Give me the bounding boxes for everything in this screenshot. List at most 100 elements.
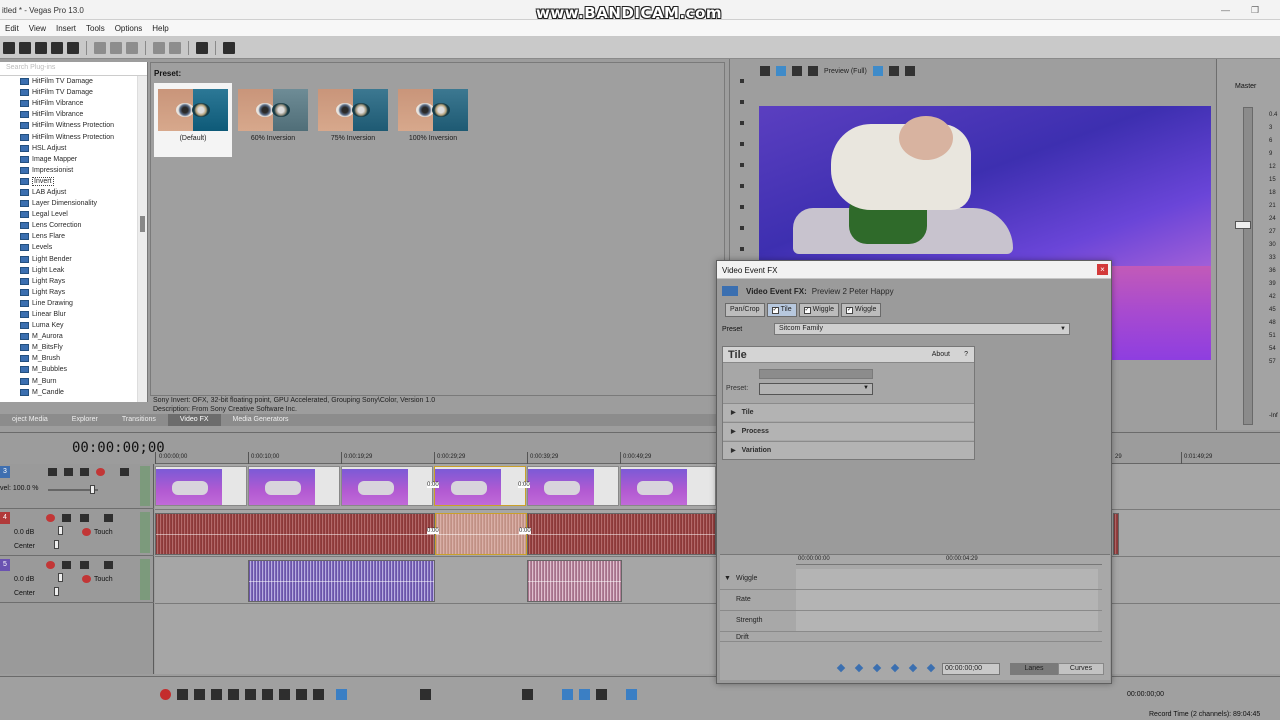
fx-list-scrollbar[interactable] bbox=[137, 76, 147, 402]
about-link[interactable]: About bbox=[932, 351, 950, 358]
audio-track-2-header[interactable]: 5 0.0 dB Touch Center bbox=[0, 557, 154, 603]
pan-knob[interactable] bbox=[54, 587, 59, 596]
audio-clip[interactable] bbox=[248, 560, 435, 602]
menu-help[interactable]: Help bbox=[147, 24, 173, 33]
audio-clip-edge[interactable] bbox=[1113, 513, 1119, 555]
checkbox-icon[interactable]: ✓ bbox=[771, 306, 779, 314]
video-clip[interactable] bbox=[620, 466, 716, 506]
fx-list-item[interactable]: Luma Key bbox=[0, 320, 147, 331]
audio-clip[interactable] bbox=[527, 560, 622, 602]
new-project-icon[interactable] bbox=[3, 41, 15, 54]
expand-icon[interactable] bbox=[48, 468, 57, 476]
split-screen-icon[interactable] bbox=[792, 66, 802, 76]
pause-icon[interactable] bbox=[228, 689, 239, 700]
automation-mode-icon[interactable] bbox=[82, 575, 91, 583]
fx-list-item[interactable]: Light Leak bbox=[0, 265, 147, 276]
auto-ripple-icon[interactable] bbox=[596, 689, 607, 700]
menu-options[interactable]: Options bbox=[110, 24, 148, 33]
fx-list-item[interactable]: Levels bbox=[0, 242, 147, 253]
video-clip-selected[interactable] bbox=[434, 466, 526, 506]
audio-clip[interactable] bbox=[527, 513, 716, 555]
fx-list-item[interactable]: HitFilm Witness Protection bbox=[0, 131, 147, 142]
first-keyframe-icon[interactable] bbox=[836, 663, 846, 673]
checkbox-icon[interactable]: ✓ bbox=[803, 306, 811, 314]
minimize-icon[interactable]: — bbox=[1221, 5, 1230, 15]
fx-list-item[interactable]: Invert bbox=[0, 176, 147, 187]
go-to-start-icon[interactable] bbox=[262, 689, 273, 700]
play-icon[interactable] bbox=[211, 689, 222, 700]
fx-icon[interactable] bbox=[62, 514, 71, 522]
curves-button[interactable]: Curves bbox=[1058, 663, 1104, 675]
fx-icon[interactable] bbox=[62, 561, 71, 569]
fx-list-item[interactable]: HitFilm Vibrance bbox=[0, 109, 147, 120]
auto-crossfade-icon[interactable] bbox=[579, 689, 590, 700]
side-toolbar-icon[interactable] bbox=[740, 184, 744, 188]
tab-explorer[interactable]: Explorer bbox=[60, 414, 110, 426]
section-process[interactable]: ▶ Process bbox=[723, 422, 974, 440]
tab-media-generators[interactable]: Media Generators bbox=[221, 414, 301, 426]
level-knob[interactable] bbox=[90, 485, 95, 494]
go-to-end-icon[interactable] bbox=[279, 689, 290, 700]
side-toolbar-icon[interactable] bbox=[740, 121, 744, 125]
fx-list-item[interactable]: Layer Dimensionality bbox=[0, 198, 147, 209]
fx-list-item[interactable]: M_Bubbles bbox=[0, 364, 147, 375]
dialog-preset-dropdown[interactable]: Sitcom Family ▼ bbox=[774, 323, 1070, 335]
last-keyframe-icon[interactable] bbox=[890, 663, 900, 673]
next-frame-icon[interactable] bbox=[313, 689, 324, 700]
menu-edit[interactable]: Edit bbox=[0, 24, 24, 33]
keyframe-row-strength[interactable]: Strength bbox=[720, 611, 1102, 632]
plugin-chain-button[interactable]: Pan/Crop bbox=[725, 303, 765, 317]
tab-project-media[interactable]: oject Media bbox=[0, 414, 60, 426]
mute-icon[interactable] bbox=[120, 468, 129, 476]
menu-view[interactable]: View bbox=[24, 24, 51, 33]
fx-list-item[interactable]: HitFilm Witness Protection bbox=[0, 120, 147, 131]
previous-keyframe-icon[interactable] bbox=[854, 663, 864, 673]
copy-snapshot-icon[interactable] bbox=[888, 66, 899, 76]
preset-thumbnail[interactable]: 100% Inversion bbox=[394, 83, 472, 157]
fx-list-item[interactable]: M_Aurora bbox=[0, 331, 147, 342]
keyframe-row-expand[interactable]: ▼ bbox=[724, 575, 731, 582]
next-keyframe-icon[interactable] bbox=[872, 663, 882, 673]
edit-tool-icon[interactable] bbox=[196, 41, 208, 54]
whats-this-icon[interactable] bbox=[223, 41, 235, 54]
close-icon[interactable]: × bbox=[1097, 264, 1108, 275]
motion-icon[interactable] bbox=[64, 468, 73, 476]
section-tile[interactable]: ▶ Tile bbox=[723, 403, 974, 421]
properties-icon[interactable] bbox=[67, 41, 79, 54]
fx-list-item[interactable]: LAB Adjust bbox=[0, 187, 147, 198]
record-arm-icon[interactable] bbox=[46, 514, 55, 522]
snapping-icon[interactable] bbox=[562, 689, 573, 700]
keyframe-lane[interactable] bbox=[796, 569, 1098, 589]
lock-envelopes-icon[interactable] bbox=[626, 689, 637, 700]
stop-icon[interactable] bbox=[245, 689, 256, 700]
previous-frame-icon[interactable] bbox=[296, 689, 307, 700]
marker-icon[interactable] bbox=[522, 689, 533, 700]
external-monitor-icon[interactable] bbox=[776, 66, 786, 76]
volume-knob[interactable] bbox=[58, 526, 63, 535]
side-toolbar-icon[interactable] bbox=[740, 226, 744, 230]
fx-list-item[interactable]: Legal Level bbox=[0, 209, 147, 220]
audio-clip-selected[interactable] bbox=[435, 513, 527, 555]
keyframe-row-drift[interactable]: Drift bbox=[720, 632, 1102, 642]
maximize-icon[interactable]: ❐ bbox=[1251, 5, 1259, 16]
fx-list-item[interactable]: Lens Flare bbox=[0, 231, 147, 242]
keyframe-row-rate[interactable]: Rate bbox=[720, 590, 1102, 611]
audio-clip[interactable] bbox=[155, 513, 435, 555]
fx-list-item[interactable]: M_Brush bbox=[0, 353, 147, 364]
fx-icon[interactable] bbox=[80, 468, 89, 476]
compositing-icon[interactable] bbox=[96, 468, 105, 476]
loop-icon[interactable] bbox=[177, 689, 188, 700]
fx-list-item[interactable]: Lens Correction bbox=[0, 220, 147, 231]
record-icon[interactable] bbox=[160, 689, 171, 700]
preset-thumbnail[interactable]: 60% Inversion bbox=[234, 83, 312, 157]
audio-track-1-header[interactable]: 4 0.0 dB Touch Center bbox=[0, 510, 154, 556]
fx-list-item[interactable]: Light Rays bbox=[0, 287, 147, 298]
dialog-title-bar[interactable]: Video Event FX × bbox=[717, 261, 1111, 279]
paste-icon[interactable] bbox=[126, 41, 138, 54]
preset-thumbnail[interactable]: 75% Inversion bbox=[314, 83, 392, 157]
side-toolbar-icon[interactable] bbox=[740, 247, 744, 251]
keyframe-time-field[interactable]: 00:00:00;00 bbox=[942, 663, 1000, 675]
overlays-icon[interactable] bbox=[872, 66, 883, 76]
checkbox-icon[interactable]: ✓ bbox=[846, 306, 854, 314]
side-toolbar-icon[interactable] bbox=[740, 163, 744, 167]
